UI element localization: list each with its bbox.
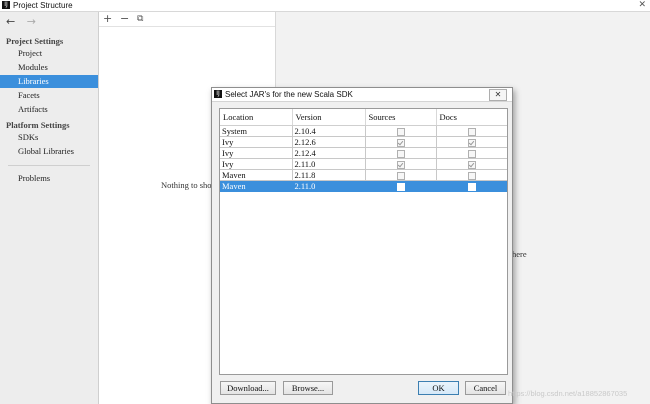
cell-version: 2.12.6	[292, 136, 366, 149]
table-row[interactable]: System 2.10.4	[220, 125, 507, 138]
docs-checkbox[interactable]	[467, 161, 476, 170]
download-button[interactable]: Download...	[220, 381, 276, 395]
docs-checkbox[interactable]	[467, 150, 476, 159]
cancel-button[interactable]: Cancel	[465, 381, 506, 395]
sidebar-divider	[8, 165, 90, 166]
cell-location: Ivy	[220, 147, 293, 160]
docs-checkbox[interactable]	[467, 172, 476, 181]
forward-arrow-icon[interactable]: →	[27, 15, 36, 28]
back-arrow-icon[interactable]: ←	[6, 15, 15, 28]
dialog-title: Select JAR's for the new Scala SDK	[225, 90, 353, 99]
column-header-version[interactable]: Version	[292, 109, 366, 126]
intellij-app-icon: IJ	[2, 1, 10, 9]
column-header-sources[interactable]: Sources	[365, 109, 437, 126]
window-title: Project Structure	[13, 1, 73, 10]
docs-checkbox[interactable]	[467, 128, 476, 137]
sources-checkbox[interactable]	[396, 172, 405, 181]
ok-button[interactable]: OK	[418, 381, 459, 395]
window-close-icon[interactable]: ✕	[638, 0, 646, 11]
sources-checkbox[interactable]	[396, 139, 405, 148]
sources-checkbox[interactable]	[396, 183, 405, 192]
cell-location: Maven	[220, 180, 293, 193]
cell-location: System	[220, 125, 293, 138]
sidebar: ← → Project Settings Project Modules Lib…	[0, 12, 99, 404]
cell-location: Ivy	[220, 158, 293, 171]
dialog-close-icon[interactable]: ✕	[489, 89, 507, 101]
cell-location: Ivy	[220, 136, 293, 149]
dialog-titlebar: IJ Select JAR's for the new Scala SDK ✕	[212, 88, 512, 102]
cell-version: 2.12.4	[292, 147, 366, 160]
sidebar-item-facets[interactable]: Facets	[0, 89, 98, 102]
sidebar-item-modules[interactable]: Modules	[0, 61, 98, 74]
window-titlebar: IJ Project Structure ✕	[0, 0, 650, 12]
docs-checkbox[interactable]	[467, 183, 476, 192]
sources-checkbox[interactable]	[396, 150, 405, 159]
cell-location: Maven	[220, 169, 293, 182]
right-panel-hint: here	[512, 249, 527, 259]
table-row[interactable]: Ivy 2.11.0	[220, 158, 507, 171]
table-row[interactable]: Maven 2.11.8	[220, 169, 507, 182]
intellij-app-icon: IJ	[214, 90, 222, 98]
table-header: Location Version Sources Docs	[220, 109, 507, 126]
sources-checkbox[interactable]	[396, 128, 405, 137]
libraries-toolbar: + − ⧉	[99, 12, 275, 27]
jar-table: Location Version Sources Docs System 2.1…	[219, 108, 508, 375]
watermark-text: https://blog.csdn.net/a18852867035	[508, 389, 628, 398]
table-row[interactable]: Ivy 2.12.6	[220, 136, 507, 149]
cell-version: 2.11.0	[292, 158, 366, 171]
remove-icon[interactable]: −	[120, 12, 129, 26]
copy-icon[interactable]: ⧉	[137, 12, 143, 26]
sources-checkbox[interactable]	[396, 161, 405, 170]
sidebar-item-problems[interactable]: Problems	[0, 172, 98, 185]
sidebar-item-libraries[interactable]: Libraries	[0, 75, 98, 88]
sidebar-item-project[interactable]: Project	[0, 47, 98, 60]
docs-checkbox[interactable]	[467, 139, 476, 148]
column-header-location[interactable]: Location	[220, 109, 293, 126]
section-project-settings: Project Settings	[6, 36, 64, 46]
cell-version: 2.11.8	[292, 169, 366, 182]
sidebar-item-artifacts[interactable]: Artifacts	[0, 103, 98, 116]
empty-list-text: Nothing to show	[161, 180, 218, 190]
cell-version: 2.11.0	[292, 180, 366, 193]
select-jars-dialog: IJ Select JAR's for the new Scala SDK ✕ …	[211, 87, 513, 404]
table-row-selected[interactable]: Maven 2.11.0	[220, 180, 507, 193]
column-header-docs[interactable]: Docs	[436, 109, 507, 126]
cell-version: 2.10.4	[292, 125, 366, 138]
section-platform-settings: Platform Settings	[6, 120, 70, 130]
table-row[interactable]: Ivy 2.12.4	[220, 147, 507, 160]
browse-button[interactable]: Browse...	[283, 381, 333, 395]
nav-arrows: ← →	[6, 15, 44, 28]
add-icon[interactable]: +	[103, 12, 112, 26]
sidebar-item-sdks[interactable]: SDKs	[0, 131, 98, 144]
sidebar-item-global-libraries[interactable]: Global Libraries	[0, 145, 98, 158]
